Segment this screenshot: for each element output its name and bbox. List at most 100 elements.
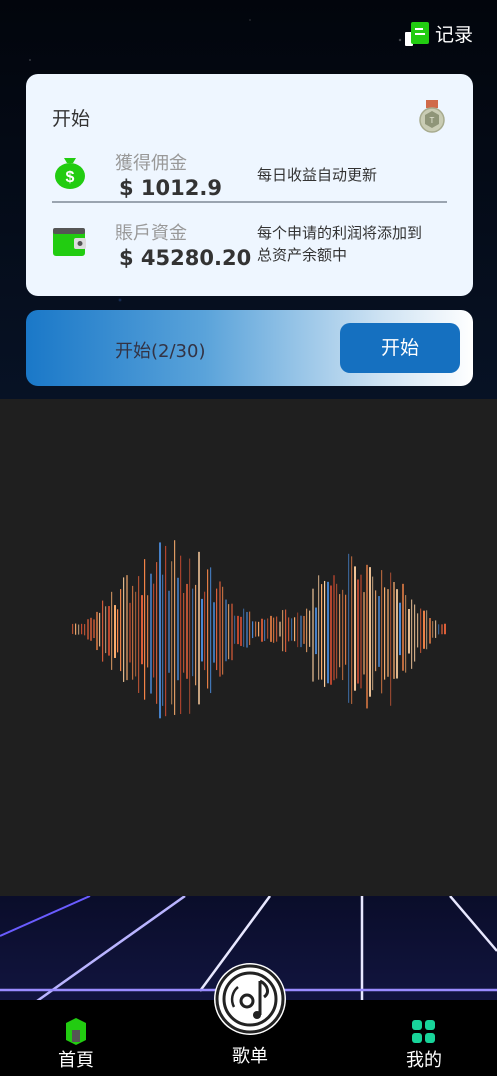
sound-wave-bar — [96, 611, 98, 651]
sound-wave-bar — [417, 613, 419, 648]
sound-wave-graphic — [72, 540, 446, 719]
sound-wave-bar — [126, 575, 128, 681]
sound-wave-bar — [273, 617, 275, 643]
sound-wave-bar — [117, 609, 119, 653]
sound-wave-bar — [72, 623, 74, 634]
sound-wave-bar — [174, 540, 176, 715]
sound-wave-bar — [393, 582, 395, 679]
sound-wave-bar — [264, 619, 266, 641]
sound-wave-bar — [180, 555, 182, 715]
nav-home[interactable]: 首頁 — [52, 1018, 100, 1072]
sound-wave-bar — [375, 590, 377, 672]
sound-wave-bar — [78, 624, 80, 635]
commission-note: 每日收益自动更新 — [257, 166, 378, 184]
sound-wave-bar — [225, 599, 227, 662]
start-progress-text: 开始(2/30) — [115, 341, 206, 362]
sound-wave-bar — [105, 606, 107, 654]
sound-wave-bar — [363, 592, 365, 675]
sound-wave-bar — [150, 573, 152, 694]
sound-wave-bar — [165, 545, 167, 717]
sound-wave-bar — [204, 591, 206, 671]
sound-wave-bar — [240, 616, 242, 646]
sound-wave-bar — [414, 604, 416, 662]
sound-wave-bar — [297, 612, 299, 648]
sound-wave-bar — [306, 608, 308, 653]
sound-wave-bar — [318, 575, 320, 680]
sound-wave-bar — [300, 615, 302, 648]
sound-wave-bar — [144, 559, 146, 700]
sound-wave-bar — [390, 572, 392, 706]
sound-wave-bar — [120, 589, 122, 672]
sound-wave-bar — [252, 621, 254, 639]
svg-text:$: $ — [66, 169, 75, 186]
nav-home-label: 首頁 — [58, 1050, 94, 1071]
sound-wave-bar — [195, 584, 197, 686]
sound-wave-bar — [156, 562, 158, 704]
sound-wave-bar — [258, 621, 260, 637]
account-funds-note-line1: 每个申请的利润将添加到 — [257, 224, 423, 242]
sound-wave-bar — [75, 623, 77, 635]
sound-wave-bar — [111, 591, 113, 670]
sound-wave-bar — [219, 581, 221, 677]
sound-wave-bar — [366, 564, 368, 709]
sound-wave-bar — [369, 567, 371, 697]
sound-wave-bar — [135, 591, 137, 677]
commission-amount: $ 1012.9 — [119, 176, 222, 200]
sound-wave-bar — [420, 608, 422, 653]
sound-wave-bar — [108, 606, 110, 656]
sound-wave-bar — [132, 585, 134, 680]
sound-wave-bar — [189, 558, 191, 714]
sound-wave-bar — [345, 594, 347, 665]
account-funds-note-line2: 总资产余额中 — [257, 246, 348, 264]
sound-wave-bar — [90, 617, 92, 641]
sound-wave-bar — [279, 621, 281, 637]
sound-wave-bar — [210, 567, 212, 694]
earnings-card: 开始 T $ 獲得佣金 $ 1012.9 每日收益自动更新 賬戶資金 $ 452… — [26, 74, 473, 296]
sound-wave-bar — [231, 603, 233, 661]
sound-wave-bar — [222, 586, 224, 675]
commission-label: 獲得佣金 — [115, 153, 187, 174]
sound-wave-bar — [312, 588, 314, 682]
nav-mine[interactable]: 我的 — [400, 1018, 448, 1072]
sound-wave-bar — [243, 608, 245, 647]
sound-wave-bar — [282, 610, 284, 652]
sound-wave-bar — [183, 592, 185, 673]
account-funds-amount: $ 45280.20 — [119, 246, 252, 270]
sound-wave-bar — [327, 581, 329, 684]
sound-wave-bar — [228, 604, 230, 660]
start-button[interactable]: 开始 — [340, 323, 460, 373]
sound-wave-bar — [186, 583, 188, 679]
sound-wave-bar — [444, 623, 446, 635]
sound-wave-bar — [426, 610, 428, 650]
sound-wave-bar — [315, 607, 317, 655]
sound-wave-bar — [291, 618, 293, 641]
sound-wave-bar — [402, 583, 404, 671]
sound-wave-bar — [303, 615, 305, 644]
sound-wave-bar — [216, 588, 218, 671]
sound-wave-bar — [201, 598, 203, 662]
medal-badge-icon: T — [419, 100, 445, 133]
sound-wave-bar — [357, 579, 359, 684]
audio-visualizer-image — [0, 399, 497, 896]
sound-wave-bar — [270, 615, 272, 642]
sound-wave-bar — [192, 588, 194, 677]
sound-wave-bar — [213, 602, 215, 663]
app-screen: 记录 开始 T $ 獲得佣金 $ 1012.9 每日收益自动更新 賬戶資金 $ … — [0, 0, 497, 1076]
sound-wave-bar — [381, 570, 383, 694]
sound-wave-bar — [177, 577, 179, 681]
sound-wave-bar — [234, 615, 236, 644]
sound-wave-bar — [171, 561, 173, 705]
sound-wave-bar — [84, 624, 86, 636]
records-label: 记录 — [434, 24, 473, 46]
sound-wave-bar — [348, 553, 350, 703]
sound-wave-bar — [330, 585, 332, 685]
sound-wave-bar — [288, 617, 290, 642]
sound-wave-bar — [438, 624, 440, 635]
records-link[interactable]: 记录 — [404, 20, 473, 47]
nav-mine-label: 我的 — [406, 1050, 442, 1071]
playlist-button[interactable] — [214, 963, 286, 1035]
sound-wave-bar — [237, 615, 239, 645]
sound-wave-bar — [153, 583, 155, 678]
svg-text:T: T — [430, 116, 435, 125]
sound-wave-bar — [129, 602, 131, 663]
